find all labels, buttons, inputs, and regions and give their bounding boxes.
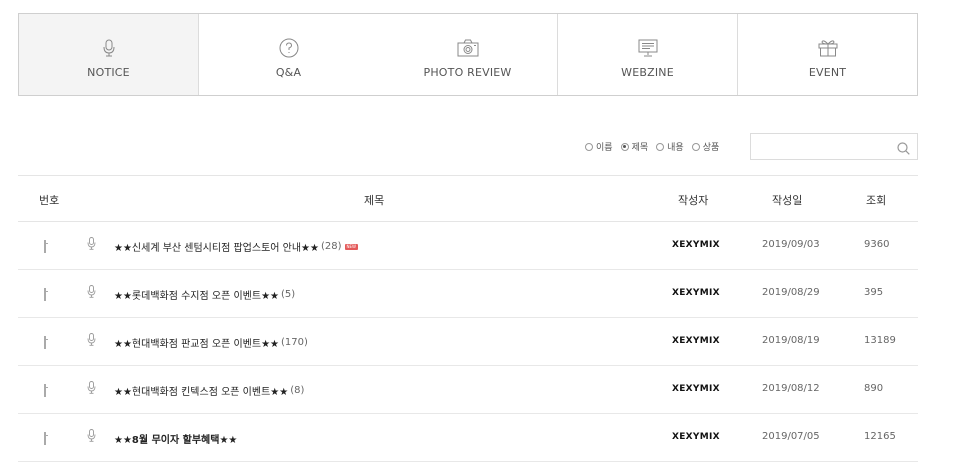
question-icon [279, 38, 299, 58]
microphone-icon [87, 333, 96, 349]
board-tabs: NOTICE Q&A PHOTO REVIEW WEBZINE EVENT [18, 13, 918, 96]
search-box [750, 133, 918, 160]
tab-photo-review[interactable]: PHOTO REVIEW [378, 14, 557, 95]
search-type-options: 이름 제목 내용 상품 [585, 140, 727, 153]
microphone-icon [103, 38, 115, 58]
radio-icon [620, 142, 629, 151]
post-date: 2019/08/29 [762, 287, 820, 298]
tab-label: PHOTO REVIEW [423, 66, 512, 79]
microphone-icon [87, 285, 96, 301]
post-author: XEXYMIX [672, 240, 720, 250]
post-author: XEXYMIX [672, 288, 720, 298]
monitor-icon [638, 38, 658, 58]
post-date: 2019/07/05 [762, 431, 820, 442]
notice-mark-icon [44, 384, 46, 397]
microphone-icon [87, 381, 96, 397]
radio-icon [691, 142, 700, 151]
post-author: XEXYMIX [672, 384, 720, 394]
post-views: 890 [864, 383, 884, 394]
header-date: 작성일 [772, 194, 803, 207]
post-title-link[interactable]: ★★현대백화점 킨텍스점 오픈 이벤트★★ (8) [114, 383, 304, 398]
post-date: 2019/09/03 [762, 239, 820, 250]
comment-count: (8) [290, 385, 305, 396]
microphone-icon [87, 237, 96, 253]
tab-notice[interactable]: NOTICE [19, 14, 198, 95]
table-row[interactable]: ★★신세계 부산 센텀시티점 팝업스토어 안내★★ (28) NEW XEXYMIX… [18, 222, 918, 270]
tab-label: NOTICE [87, 66, 130, 79]
notice-mark-icon [44, 432, 46, 445]
notice-table: 번호 제목 작성자 작성일 조회 ★★신세계 부산 센텀시티점 팝업스토어 안내… [18, 175, 918, 462]
post-views: 395 [864, 287, 884, 298]
post-date: 2019/08/19 [762, 335, 820, 346]
microphone-icon [87, 429, 96, 445]
post-author: XEXYMIX [672, 336, 720, 346]
tab-label: Q&A [275, 66, 302, 79]
comment-count: (28) [320, 241, 342, 252]
camera-icon [457, 38, 479, 58]
radio-icon [585, 142, 593, 151]
post-views: 13189 [864, 335, 896, 346]
header-title: 제목 [364, 194, 385, 207]
post-title-link[interactable]: ★★8월 무이자 할부혜택★★ [114, 431, 237, 446]
post-title-link[interactable]: ★★현대백화점 판교점 오픈 이벤트★★ (170) [114, 335, 308, 350]
search-bar: 이름 제목 내용 상품 [0, 133, 957, 160]
search-option-content[interactable]: 내용 [656, 140, 684, 153]
tab-qna[interactable]: Q&A [198, 14, 378, 95]
notice-mark-icon [44, 336, 46, 349]
notice-mark-icon [44, 240, 46, 253]
tab-webzine[interactable]: WEBZINE [557, 14, 737, 95]
post-views: 9360 [864, 239, 890, 250]
search-input[interactable] [751, 134, 891, 159]
table-header: 번호 제목 작성자 작성일 조회 [18, 175, 918, 222]
notice-mark-icon [44, 288, 46, 301]
tab-label: WEBZINE [621, 66, 674, 79]
new-badge: NEW [344, 243, 358, 250]
radio-icon [656, 142, 665, 151]
search-option-name[interactable]: 이름 [585, 140, 613, 153]
post-date: 2019/08/12 [762, 383, 820, 394]
gift-icon [818, 38, 838, 58]
post-author: XEXYMIX [672, 432, 720, 442]
header-views: 조회 [866, 194, 887, 207]
comment-count: (170) [281, 337, 308, 348]
search-option-product[interactable]: 상품 [691, 140, 719, 153]
post-views: 12165 [864, 431, 896, 442]
header-num: 번호 [39, 194, 60, 207]
table-row[interactable]: ★★현대백화점 판교점 오픈 이벤트★★ (170) XEXYMIX 2019/0… [18, 318, 918, 366]
search-option-title[interactable]: 제목 [620, 140, 648, 153]
table-row[interactable]: ★★롯데백화점 수지점 오픈 이벤트★★ (5) XEXYMIX 2019/08/… [18, 270, 918, 318]
header-author: 작성자 [678, 194, 709, 207]
comment-count: (5) [281, 289, 296, 300]
tab-label: EVENT [808, 66, 847, 79]
tab-event[interactable]: EVENT [737, 14, 917, 95]
table-row[interactable]: ★★8월 무이자 할부혜택★★ XEXYMIX 2019/07/05 12165 [18, 414, 918, 462]
search-icon[interactable] [897, 140, 910, 159]
post-title-link[interactable]: ★★롯데백화점 수지점 오픈 이벤트★★ (5) [114, 287, 295, 302]
post-title-link[interactable]: ★★신세계 부산 센텀시티점 팝업스토어 안내★★ (28) NEW [114, 239, 358, 254]
table-row[interactable]: ★★현대백화점 킨텍스점 오픈 이벤트★★ (8) XEXYMIX 2019/08… [18, 366, 918, 414]
